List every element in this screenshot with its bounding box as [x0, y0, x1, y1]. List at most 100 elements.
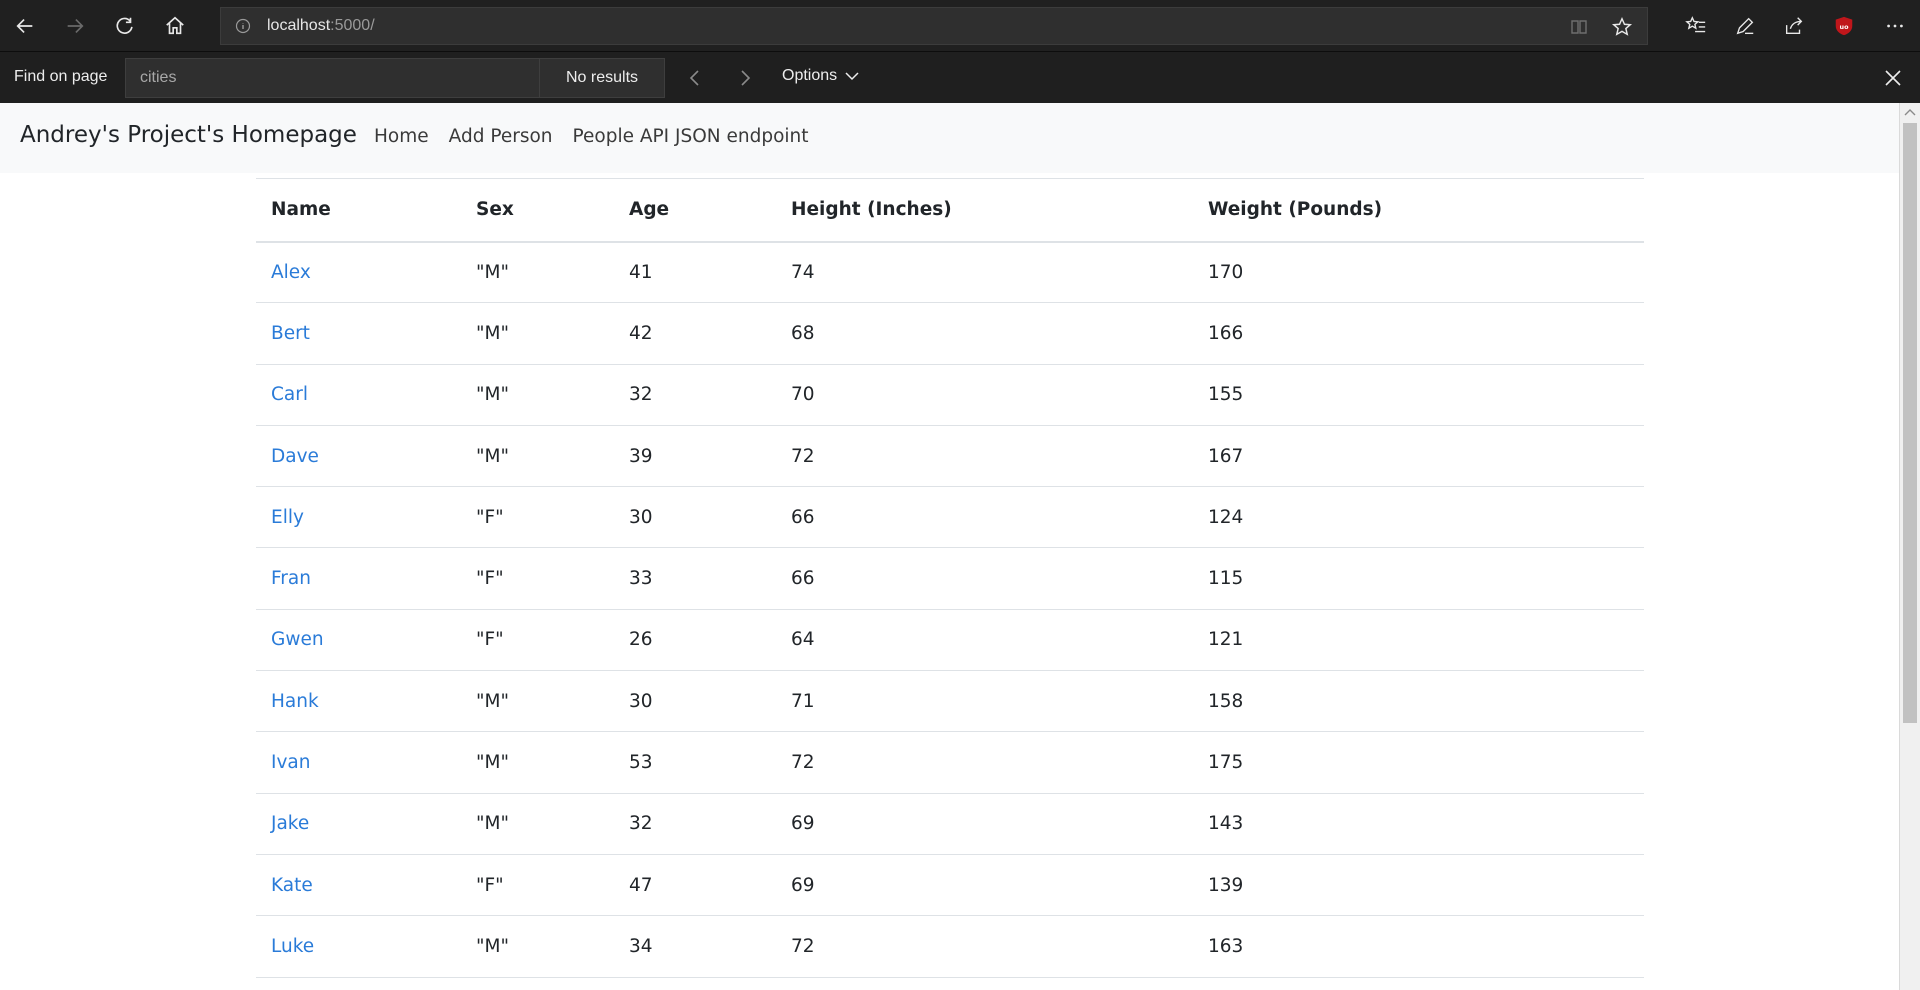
share-icon	[1785, 16, 1803, 34]
cell-weight: 115	[1193, 547, 1644, 610]
ublock-extension-button[interactable]: uo	[1819, 0, 1869, 51]
cell-sex: "F"	[461, 486, 614, 549]
cell-name[interactable]: Dave	[256, 425, 461, 488]
cell-age: 41	[614, 241, 776, 304]
favorite-star-icon[interactable]	[1611, 16, 1633, 38]
cell-name[interactable]: Carl	[256, 364, 461, 426]
scroll-up-arrow-icon[interactable]	[1904, 107, 1916, 117]
people-table: Name Sex Age Height (Inches) Weight (Pou…	[256, 178, 1644, 978]
cell-height: 69	[776, 854, 1193, 917]
cell-weight: 175	[1193, 731, 1644, 794]
cell-weight: 155	[1193, 364, 1644, 426]
find-input[interactable]: cities	[125, 58, 540, 98]
header-sex: Sex	[461, 178, 614, 243]
header-weight: Weight (Pounds)	[1193, 178, 1644, 243]
site-brand[interactable]: Andrey's Project's Homepage	[20, 122, 357, 148]
cell-sex: "M"	[461, 302, 614, 365]
cell-height: 71	[776, 670, 1193, 733]
cell-age: 33	[614, 547, 776, 610]
cell-height: 69	[776, 793, 1193, 855]
table-row: Kate "F" 47 69 139	[256, 854, 1644, 917]
cell-height: 70	[776, 364, 1193, 426]
cell-sex: "M"	[461, 670, 614, 733]
back-button[interactable]	[0, 0, 50, 51]
cell-sex: "F"	[461, 854, 614, 917]
table-row: Jake "M" 32 69 143	[256, 793, 1644, 855]
chevron-left-icon	[689, 70, 699, 86]
forward-arrow-icon	[67, 18, 84, 33]
url-path: :5000/	[330, 17, 375, 34]
cell-name[interactable]: Hank	[256, 670, 461, 733]
cell-sex: "M"	[461, 731, 614, 794]
cell-name[interactable]: Elly	[256, 486, 461, 549]
favorites-list-icon	[1685, 15, 1706, 32]
cell-height: 64	[776, 609, 1193, 672]
cell-age: 32	[614, 364, 776, 426]
more-menu-button[interactable]	[1870, 0, 1920, 51]
find-next-button[interactable]	[731, 64, 759, 92]
table-row: Gwen "F" 26 64 121	[256, 609, 1644, 672]
browser-toolbar: localhost:5000/ uo	[0, 0, 1920, 51]
nav-link-people-api[interactable]: People API JSON endpoint	[573, 126, 809, 147]
home-button[interactable]	[150, 0, 200, 51]
cell-name[interactable]: Jake	[256, 793, 461, 855]
page-scrollbar[interactable]	[1899, 103, 1920, 990]
cell-sex: "F"	[461, 609, 614, 672]
url-text[interactable]: localhost:5000/	[267, 17, 375, 35]
cell-height: 66	[776, 486, 1193, 549]
cell-sex: "F"	[461, 547, 614, 610]
cell-weight: 158	[1193, 670, 1644, 733]
cell-height: 68	[776, 302, 1193, 365]
cell-weight: 170	[1193, 241, 1644, 304]
info-icon[interactable]	[235, 18, 251, 34]
svg-text:uo: uo	[1840, 22, 1850, 30]
nav-links: Home Add Person People API JSON endpoint	[374, 126, 809, 147]
table-row: Elly "F" 30 66 124	[256, 486, 1644, 549]
refresh-button[interactable]	[100, 0, 150, 51]
cell-name[interactable]: Gwen	[256, 609, 461, 672]
forward-button[interactable]	[50, 0, 100, 51]
cell-sex: "M"	[461, 915, 614, 978]
scrollbar-thumb[interactable]	[1903, 123, 1917, 723]
more-dots-icon	[1887, 24, 1903, 27]
cell-name[interactable]: Ivan	[256, 731, 461, 794]
chevron-right-icon	[741, 70, 751, 86]
cell-age: 32	[614, 793, 776, 855]
refresh-icon	[116, 17, 133, 34]
find-options-button[interactable]: Options	[782, 67, 859, 85]
table-row: Bert "M" 42 68 166	[256, 302, 1644, 365]
nav-link-add-person[interactable]: Add Person	[449, 126, 553, 147]
home-icon	[166, 16, 184, 34]
back-arrow-icon	[16, 18, 33, 33]
table-row: Hank "M" 30 71 158	[256, 670, 1644, 733]
table-row: Dave "M" 39 72 167	[256, 425, 1644, 488]
find-on-page-bar: Find on page cities No results Options	[0, 51, 1920, 103]
find-close-button[interactable]	[1880, 65, 1906, 91]
find-label: Find on page	[14, 68, 108, 85]
cell-name[interactable]: Bert	[256, 302, 461, 365]
find-results-count: No results	[539, 58, 665, 98]
cell-name[interactable]: Kate	[256, 854, 461, 917]
cell-name[interactable]: Luke	[256, 915, 461, 978]
ublock-shield-icon: uo	[1835, 16, 1853, 35]
cell-name[interactable]: Fran	[256, 547, 461, 610]
table-row: Carl "M" 32 70 155	[256, 364, 1644, 426]
cell-height: 72	[776, 425, 1193, 488]
reading-view-icon[interactable]	[1569, 17, 1589, 37]
table-header-row: Name Sex Age Height (Inches) Weight (Pou…	[256, 178, 1644, 243]
header-age: Age	[614, 178, 776, 243]
share-button[interactable]	[1769, 0, 1819, 51]
table-row: Fran "F" 33 66 115	[256, 547, 1644, 610]
address-bar[interactable]: localhost:5000/	[220, 7, 1648, 45]
cell-weight: 163	[1193, 915, 1644, 978]
web-note-button[interactable]	[1720, 0, 1770, 51]
cell-weight: 166	[1193, 302, 1644, 365]
nav-link-home[interactable]: Home	[374, 126, 429, 147]
favorites-hub-button[interactable]	[1671, 0, 1721, 51]
chevron-down-icon	[845, 72, 859, 81]
cell-age: 47	[614, 854, 776, 917]
table-row: Luke "M" 34 72 163	[256, 915, 1644, 978]
cell-name[interactable]: Alex	[256, 241, 461, 304]
find-previous-button[interactable]	[681, 64, 709, 92]
close-icon	[1885, 70, 1901, 86]
